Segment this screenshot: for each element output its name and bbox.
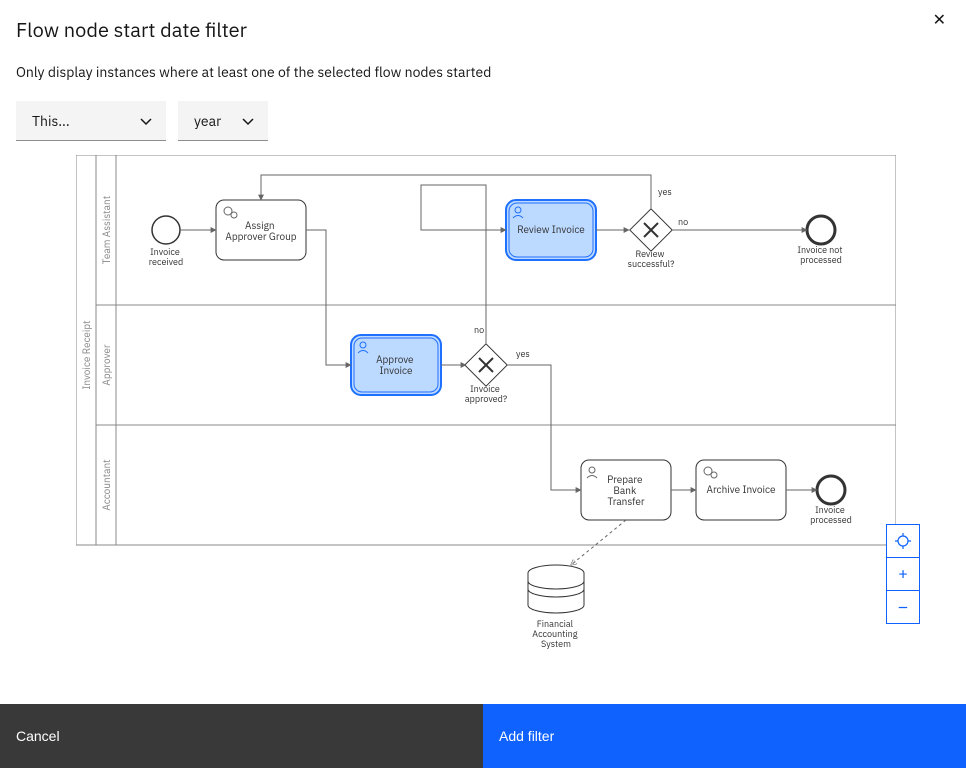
gateway-review-successful[interactable] [630,209,672,251]
lane-label-approver: Approver [100,344,113,385]
start-event[interactable] [152,216,180,244]
message-flow [571,520,626,565]
edge-label-yes: yes [516,349,530,360]
edge-label-no: no [474,325,484,336]
gateway-review-label: Review successful? [628,249,675,270]
modal-title: Flow node start date filter [16,16,950,43]
plus-icon: + [898,566,908,582]
diagram-controls: + − [886,524,920,624]
modal-footer: Cancel Add filter [0,704,966,768]
modal-body: Only display instances where at least on… [0,51,966,704]
edge-label-review-no: no [678,217,688,228]
crosshair-icon [895,533,911,549]
end-not-label: Invoice not processed [797,245,844,266]
gateway-invoice-approved[interactable] [465,344,507,386]
lane-label-team-assistant: Team Assistant [100,195,113,264]
flow-approve-no [421,185,506,345]
minus-icon: − [898,598,909,616]
flow-approve-yes [506,365,581,490]
close-icon[interactable]: ✕ [933,12,946,28]
task-approve-label: Approve Invoice [376,353,416,377]
bpmn-diagram[interactable]: Invoice Receipt Team Assistant Approver … [16,145,950,704]
add-filter-button[interactable]: Add filter [483,704,966,768]
gateway-approved-label: Invoice approved? [465,384,507,405]
chevron-down-icon [140,112,152,130]
zoom-in-button[interactable]: + [886,557,920,591]
lane-label-accountant: Accountant [100,459,113,511]
diagram-svg: Invoice Receipt Team Assistant Approver … [76,155,896,675]
cancel-button[interactable]: Cancel [0,704,483,768]
end-event-not-processed[interactable] [807,216,835,244]
zoom-out-button[interactable]: − [886,590,920,624]
task-review-label: Review Invoice [517,223,585,236]
modal-header: Flow node start date filter [0,0,966,51]
chevron-down-icon [242,112,254,130]
pool-label: Invoice Receipt [80,320,93,390]
task-archive-label: Archive Invoice [707,483,776,496]
preset-value: This... [32,112,70,130]
start-event-label: Invoice received [149,247,183,268]
unit-value: year [194,112,221,130]
end-event-processed[interactable] [817,476,845,504]
data-store-label: Financial Accounting System [532,619,579,650]
modal-description: Only display instances where at least on… [16,63,950,81]
center-view-button[interactable] [886,524,920,558]
filter-modal: Flow node start date filter ✕ Only displ… [0,0,966,768]
unit-dropdown[interactable]: year [178,101,268,141]
date-controls: This... year [16,101,950,141]
end-ok-label: Invoice processed [810,505,852,526]
edge-label-review-yes: yes [658,187,672,198]
flow [306,230,351,365]
data-store-financial-accounting[interactable] [528,565,584,613]
preset-dropdown[interactable]: This... [16,101,166,141]
